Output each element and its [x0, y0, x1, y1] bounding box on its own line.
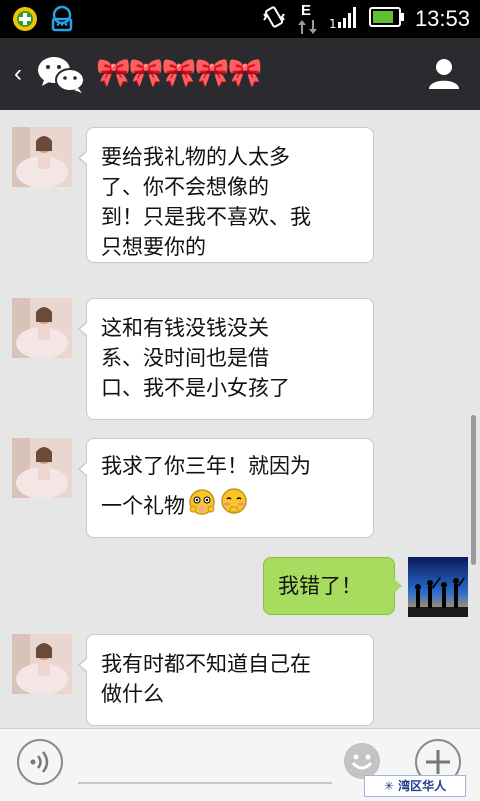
message-line: 我求了你三年！就因为	[101, 454, 311, 478]
message-line-with-emoji: 一个礼物	[101, 487, 359, 525]
chat-header: ‹ 🎀🎀🎀🎀🎀	[0, 38, 480, 110]
emoji-shy-icon	[187, 487, 217, 525]
message-list[interactable]: 要给我礼物的人太多 了、你不会想像的 到！只是我不喜欢、我 只想要你的 这和有钱…	[0, 110, 480, 730]
network-type-label: E	[300, 2, 311, 19]
signal-strength-icon: 1	[329, 4, 359, 34]
incoming-message-bubble[interactable]: 这和有钱没钱没关 系、没时间也是借 口、我不是小女孩了	[78, 298, 374, 420]
message-line: 系、没时间也是借	[101, 346, 269, 370]
message-row: 要给我礼物的人太多 了、你不会想像的 到！只是我不喜欢、我 只想要你的	[0, 110, 480, 280]
incoming-message-bubble[interactable]: 要给我礼物的人太多 了、你不会想像的 到！只是我不喜欢、我 只想要你的	[78, 127, 374, 263]
voice-input-button[interactable]	[17, 739, 63, 785]
message-row: 我有时都不知道自己在 做什么	[0, 617, 480, 730]
app-plus-icon	[12, 6, 38, 36]
input-bar: ✳ 湾区华人	[0, 728, 480, 801]
message-row: 这和有钱没钱没关 系、没时间也是借 口、我不是小女孩了	[0, 281, 480, 421]
message-line: 到！只是我不喜欢、我	[101, 205, 311, 229]
incoming-message-bubble[interactable]: 我有时都不知道自己在 做什么	[78, 634, 374, 726]
message-line: 做什么	[101, 682, 164, 706]
message-line: 口、我不是小女孩了	[101, 376, 290, 400]
battery-icon	[368, 6, 405, 32]
svg-text:1: 1	[329, 17, 337, 30]
message-row: 我求了你三年！就因为 一个礼物	[0, 421, 480, 541]
my-avatar[interactable]	[408, 557, 468, 617]
back-button[interactable]: ‹	[14, 60, 22, 88]
vibrate-icon	[261, 4, 287, 34]
contact-avatar[interactable]	[12, 127, 72, 187]
wechat-logo-icon[interactable]	[36, 54, 86, 98]
scrollbar[interactable]	[471, 415, 476, 565]
outgoing-message-bubble[interactable]: 我错了！	[263, 557, 402, 615]
voice-icon	[30, 751, 49, 773]
status-time: 13:53	[414, 6, 470, 31]
message-line: 一个礼物	[101, 494, 185, 518]
contact-profile-icon[interactable]	[426, 56, 462, 96]
message-line: 要给我礼物的人太多	[101, 145, 290, 169]
watermark: ✳ 湾区华人	[364, 775, 466, 797]
message-line: 我错了！	[278, 574, 362, 598]
contact-avatar[interactable]	[12, 634, 72, 694]
emoji-button[interactable]	[344, 743, 380, 779]
message-line: 我有时都不知道自己在	[101, 652, 311, 676]
emoji-embarrassed-icon	[219, 487, 249, 525]
status-bar: E 1 13:53	[0, 0, 480, 38]
network-type-icon: E	[297, 2, 319, 34]
message-line: 这和有钱没钱没关	[101, 316, 269, 340]
chat-title: 🎀🎀🎀🎀🎀	[96, 56, 262, 89]
contact-avatar[interactable]	[12, 438, 72, 498]
incoming-message-bubble[interactable]: 我求了你三年！就因为 一个礼物	[78, 438, 374, 538]
message-line: 了、你不会想像的	[101, 175, 269, 199]
smiley-icon	[345, 744, 379, 778]
contact-avatar[interactable]	[12, 298, 72, 358]
message-line: 只想要你的	[101, 235, 206, 259]
message-text-input[interactable]	[78, 782, 332, 784]
chat-notification-icon	[48, 5, 76, 37]
